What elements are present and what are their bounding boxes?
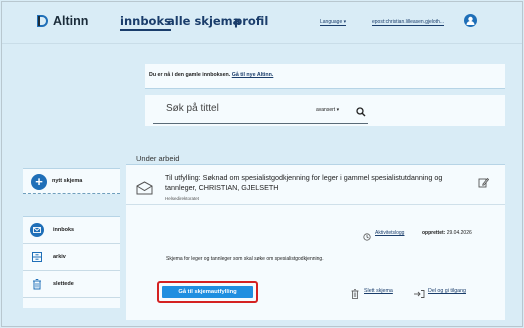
go-to-form-button[interactable]: Gå til skjemautfylling bbox=[162, 286, 253, 298]
header-divider bbox=[2, 43, 522, 44]
created-date-value: 29.04.2026 bbox=[446, 230, 472, 236]
nav-alle-skjema[interactable]: alle skjema bbox=[167, 14, 240, 28]
sidebar-item-label: innboks bbox=[53, 227, 75, 233]
new-form-label: nytt skjema bbox=[52, 178, 83, 184]
share-access-icon[interactable] bbox=[413, 286, 425, 298]
card-header[interactable]: Til utfylling: Søknad om spesialistgodkj… bbox=[126, 165, 505, 205]
created-date: opprettet: 29.04.2026 bbox=[422, 230, 472, 236]
trash-icon bbox=[30, 277, 44, 291]
user-account-link[interactable]: epost:christian.lilleasen.gjeloth... bbox=[372, 19, 444, 26]
highlight-outline: Gå til skjemautfylling bbox=[157, 281, 258, 303]
new-altinn-link[interactable]: Gå til nye Altinn. bbox=[232, 72, 274, 78]
card-description: Skjema for leger og tannleger som skal s… bbox=[166, 256, 324, 262]
sidebar-item-label: arkiv bbox=[53, 254, 66, 260]
section-title: Under arbeid bbox=[136, 154, 180, 163]
altinn-logo[interactable]: Altinn bbox=[37, 14, 88, 28]
activity-log-link[interactable]: Aktivitetslogg bbox=[375, 230, 404, 236]
search-placeholder: Søk på tittel bbox=[166, 103, 219, 114]
search-panel: Søk på tittel avansert ▾ bbox=[145, 95, 505, 126]
notice-text: Du er nå i den gamle innboksen. bbox=[149, 72, 232, 78]
sidebar-item-arkiv[interactable]: arkiv bbox=[23, 244, 120, 271]
envelope-icon bbox=[30, 223, 44, 237]
created-label: opprettet: bbox=[422, 230, 446, 236]
sidebar-item-slettede[interactable]: slettede bbox=[23, 271, 120, 298]
archive-icon bbox=[30, 250, 44, 264]
user-avatar-icon[interactable] bbox=[464, 14, 477, 27]
nav-innboks[interactable]: innboks bbox=[120, 14, 171, 31]
open-envelope-icon bbox=[136, 181, 153, 195]
logo-text: Altinn bbox=[53, 14, 89, 28]
old-inbox-notice: Du er nå i den gamle innboksen. Gå til n… bbox=[145, 64, 505, 89]
new-form-button[interactable]: + nytt skjema bbox=[23, 168, 120, 194]
history-icon bbox=[363, 228, 371, 241]
sidebar-item-innboks[interactable]: innboks bbox=[23, 217, 120, 244]
card-sender: Helsedirektoratet bbox=[165, 196, 200, 201]
language-selector[interactable]: Language ▾ bbox=[320, 19, 347, 26]
sidebar-item-label: slettede bbox=[53, 281, 74, 287]
form-card: Til utfylling: Søknad om spesialistgodkj… bbox=[126, 164, 505, 320]
sidebar-menu: innboks arkiv slettede bbox=[23, 216, 120, 308]
nav-profil[interactable]: profil bbox=[234, 14, 268, 28]
advanced-search-toggle[interactable]: avansert ▾ bbox=[316, 107, 339, 113]
edit-icon[interactable] bbox=[478, 175, 490, 188]
search-input[interactable]: Søk på tittel avansert ▾ bbox=[153, 95, 368, 124]
share-access-link[interactable]: Del og gi tilgang bbox=[428, 288, 466, 294]
altinn-logo-icon bbox=[37, 15, 48, 27]
delete-trash-icon[interactable] bbox=[351, 286, 359, 299]
plus-icon: + bbox=[31, 174, 47, 190]
card-title[interactable]: Til utfylling: Søknad om spesialistgodkj… bbox=[165, 173, 455, 193]
search-icon[interactable] bbox=[356, 104, 366, 117]
header: Altinn innboks alle skjema profil Langua… bbox=[2, 2, 522, 42]
app-frame: Altinn innboks alle skjema profil Langua… bbox=[1, 1, 523, 327]
delete-form-link[interactable]: Slett skjema bbox=[364, 288, 393, 294]
